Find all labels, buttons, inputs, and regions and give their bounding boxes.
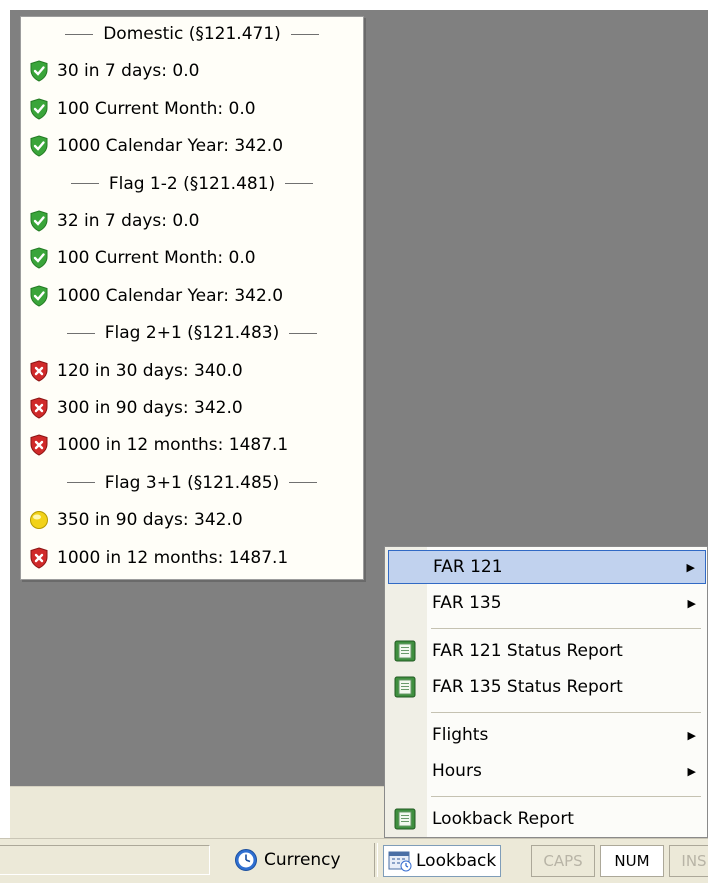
report-icon <box>394 808 416 830</box>
currency-label: Currency <box>264 850 341 870</box>
section-header-label: Flag 2+1 (§121.483) <box>104 323 280 344</box>
section-header: Flag 3+1 (§121.485) <box>21 468 363 498</box>
currency-item: 1000 Calendar Year: 342.0 <box>29 131 283 161</box>
header-dash <box>65 33 94 35</box>
header-dash <box>66 482 95 484</box>
menu-item-hours[interactable]: Hours ▶ <box>388 754 706 788</box>
caps-lock-indicator: CAPS <box>531 845 595 877</box>
status-pane-main <box>0 845 210 875</box>
currency-item-text: 1000 Calendar Year: 342.0 <box>57 285 284 306</box>
menu-item-far-121-status-report[interactable]: FAR 121 Status Report <box>388 634 706 668</box>
currency-popup: Domestic (§121.471) 30 in 7 days: 0.0 100 … <box>20 16 364 580</box>
green-check-shield-icon <box>29 210 49 232</box>
menu-item-label: Flights <box>432 725 489 745</box>
green-check-shield-icon <box>29 60 49 82</box>
menu-item-lookback-report[interactable]: Lookback Report <box>388 802 706 836</box>
header-dash <box>285 183 314 185</box>
section-header: Flag 2+1 (§121.483) <box>21 318 363 348</box>
currency-item: 300 in 90 days: 342.0 <box>29 393 243 423</box>
header-dash <box>290 33 319 35</box>
currency-item-text: 1000 in 12 months: 1487.1 <box>57 435 289 456</box>
menu-item-label: FAR 121 Status Report <box>432 641 623 661</box>
menu-item-label: FAR 121 <box>433 557 503 577</box>
currency-button[interactable]: Currency <box>228 845 347 875</box>
section-header: Domestic (§121.471) <box>21 19 363 49</box>
yellow-warning-icon <box>29 509 49 531</box>
green-check-shield-icon <box>29 247 49 269</box>
menu-item-far-121[interactable]: FAR 121 ▶ <box>388 550 706 584</box>
menu-item-label: Hours <box>432 761 482 781</box>
currency-item: 120 in 30 days: 340.0 <box>29 356 243 386</box>
currency-item-text: 1000 Calendar Year: 342.0 <box>57 136 284 157</box>
currency-item-text: 350 in 90 days: 342.0 <box>57 510 243 531</box>
status-separator <box>374 843 378 877</box>
green-check-shield-icon <box>29 285 49 307</box>
currency-item: 30 in 7 days: 0.0 <box>29 56 199 86</box>
submenu-arrow-icon: ▶ <box>687 764 696 778</box>
red-x-shield-icon <box>29 397 49 419</box>
menu-separator <box>431 628 701 629</box>
green-check-shield-icon <box>29 135 49 157</box>
lookback-label: Lookback <box>416 851 497 871</box>
currency-item: 100 Current Month: 0.0 <box>29 243 256 273</box>
red-x-shield-icon <box>29 360 49 382</box>
menu-item-far-135[interactable]: FAR 135 ▶ <box>388 586 706 620</box>
calendar-icon <box>388 851 412 872</box>
insert-indicator: INS <box>669 845 708 877</box>
header-dash <box>70 183 99 185</box>
menu-item-flights[interactable]: Flights ▶ <box>388 718 706 752</box>
currency-item: 32 in 7 days: 0.0 <box>29 206 199 236</box>
currency-item-text: 120 in 30 days: 340.0 <box>57 360 243 381</box>
report-icon <box>394 640 416 662</box>
header-dash <box>66 332 95 334</box>
lookback-context-menu: FAR 121 ▶ FAR 135 ▶ FAR 121 Status Report FAR… <box>384 546 708 838</box>
status-bar: Currency Lookback CAPS NUM INS <box>0 838 708 883</box>
currency-item: 350 in 90 days: 342.0 <box>29 505 243 535</box>
section-header: Flag 1-2 (§121.481) <box>21 169 363 199</box>
currency-item: 1000 Calendar Year: 342.0 <box>29 281 283 311</box>
currency-item-text: 100 Current Month: 0.0 <box>57 98 256 119</box>
clock-icon <box>235 849 257 871</box>
menu-item-label: FAR 135 Status Report <box>432 677 623 697</box>
currency-item: 1000 in 12 months: 1487.1 <box>29 543 288 573</box>
section-header-label: Flag 1-2 (§121.481) <box>108 173 276 194</box>
header-dash <box>289 482 318 484</box>
red-x-shield-icon <box>29 547 49 569</box>
section-header-label: Domestic (§121.471) <box>103 24 281 44</box>
menu-separator <box>431 712 701 713</box>
num-lock-indicator: NUM <box>600 845 664 877</box>
currency-item-text: 300 in 90 days: 342.0 <box>57 398 243 418</box>
currency-item: 1000 in 12 months: 1487.1 <box>29 430 288 460</box>
currency-item-text: 32 in 7 days: 0.0 <box>57 211 200 231</box>
submenu-arrow-icon: ▶ <box>687 596 696 610</box>
currency-item: 100 Current Month: 0.0 <box>29 94 256 124</box>
menu-item-label: FAR 135 <box>432 593 502 613</box>
report-icon <box>394 676 416 698</box>
menu-separator <box>431 796 701 797</box>
section-header-label: Flag 3+1 (§121.485) <box>104 472 280 493</box>
currency-item-text: 30 in 7 days: 0.0 <box>57 61 200 82</box>
currency-item-text: 1000 in 12 months: 1487.1 <box>57 547 289 568</box>
submenu-arrow-icon: ▶ <box>686 560 695 574</box>
green-check-shield-icon <box>29 98 49 120</box>
currency-item-text: 100 Current Month: 0.0 <box>57 248 256 269</box>
menu-item-label: Lookback Report <box>432 809 574 829</box>
submenu-arrow-icon: ▶ <box>687 728 696 742</box>
lookback-button[interactable]: Lookback <box>383 845 502 877</box>
header-dash <box>289 332 318 334</box>
menu-item-far-135-status-report[interactable]: FAR 135 Status Report <box>388 670 706 704</box>
red-x-shield-icon <box>29 434 49 456</box>
